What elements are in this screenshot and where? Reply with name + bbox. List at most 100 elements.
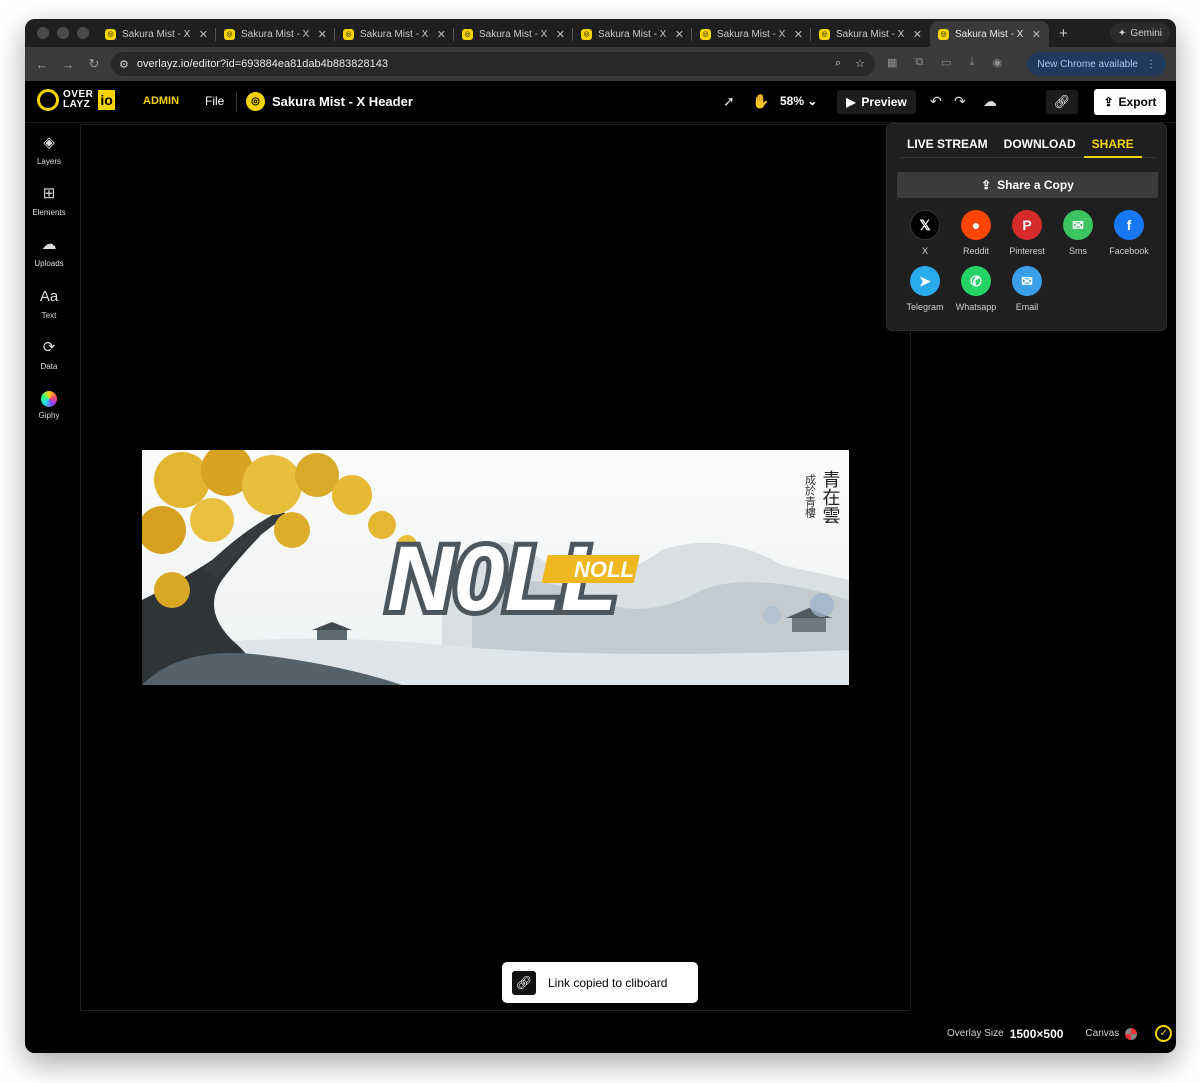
browser-tab[interactable]: ◎ Sakura Mist - X ✕ bbox=[811, 21, 930, 47]
telegram-icon: ➤ bbox=[910, 266, 940, 296]
preview-label: Preview bbox=[861, 95, 907, 109]
overlayz-favicon-icon: ◎ bbox=[938, 28, 949, 40]
profile-avatar-icon[interactable]: ◉ bbox=[993, 56, 1003, 69]
reload-icon[interactable]: ↻ bbox=[81, 56, 107, 72]
browser-tab[interactable]: ◎ Sakura Mist - X ✕ bbox=[573, 21, 692, 47]
overlayz-favicon-icon: ◎ bbox=[700, 28, 711, 40]
sparkle-icon: ✦ bbox=[1117, 27, 1127, 39]
forward-icon[interactable]: → bbox=[55, 57, 81, 72]
new-tab-icon[interactable]: + bbox=[1059, 25, 1068, 42]
saved-check-icon[interactable]: ✓ bbox=[1155, 1025, 1173, 1042]
url-bar[interactable]: ⚙ overlayz.io/editor?id=693884ea81dab4b8… bbox=[111, 52, 875, 76]
preview-button[interactable]: ▶ Preview bbox=[837, 90, 916, 114]
share-target-label: Sms bbox=[1069, 246, 1087, 256]
sidebar-item-data[interactable]: ⟳ Data bbox=[25, 338, 73, 371]
overlayz-logo[interactable]: OVER LAYZ io bbox=[37, 89, 115, 111]
address-toolbar: ← → ↻ ⚙ overlayz.io/editor?id=693884ea81… bbox=[25, 47, 1176, 81]
sidebar-item-label: Giphy bbox=[38, 411, 60, 420]
extension-icon[interactable]: ▦ bbox=[887, 56, 897, 69]
sidebar-item-text[interactable]: Aa Text bbox=[25, 287, 73, 320]
share-a-copy-button[interactable]: ⇪ Share a Copy bbox=[897, 172, 1158, 198]
close-tab-icon[interactable]: ✕ bbox=[794, 28, 803, 41]
share-target-whatsapp[interactable]: ✆ Whatsapp bbox=[948, 266, 1004, 312]
file-menu[interactable]: File bbox=[205, 94, 224, 108]
share-panel: LIVE STREAM DOWNLOAD SHARE ⇪ Share a Copy… bbox=[886, 123, 1167, 331]
close-tab-icon[interactable]: ✕ bbox=[675, 28, 684, 41]
new-chrome-available-button[interactable]: New Chrome available ⋮ bbox=[1027, 52, 1166, 76]
bookmark-star-icon[interactable]: ☆ bbox=[855, 57, 865, 70]
zoom-dropdown[interactable]: 58% ⌄ bbox=[780, 94, 817, 108]
browser-tab[interactable]: ◎ Sakura Mist - X ✕ bbox=[216, 21, 335, 47]
tab-download[interactable]: DOWNLOAD bbox=[996, 134, 1084, 158]
share-target-label: X bbox=[921, 246, 928, 256]
browser-tab[interactable]: ◎ Sakura Mist - X ✕ bbox=[335, 21, 454, 47]
sidebar-item-elements[interactable]: ⊞ Elements bbox=[25, 184, 73, 217]
gemini-label: Gemini bbox=[1130, 27, 1162, 39]
maximize-window-button[interactable] bbox=[77, 27, 89, 39]
select-pointer-icon[interactable]: ➚ bbox=[723, 93, 735, 110]
overlayz-favicon-icon: ◎ bbox=[581, 28, 592, 40]
browser-tab-active[interactable]: ◎ Sakura Mist - X ✕ bbox=[930, 21, 1049, 47]
sidebar-item-uploads[interactable]: ☁ Uploads bbox=[25, 235, 73, 268]
logo-io: io bbox=[98, 90, 115, 110]
tab-share[interactable]: SHARE bbox=[1083, 134, 1142, 158]
share-target-sms[interactable]: ✉ Sms bbox=[1050, 210, 1106, 256]
share-target-telegram[interactable]: ➤ Telegram bbox=[897, 266, 953, 312]
left-sidebar: ◈ Layers ⊞ Elements ☁ Uploads Aa Text ⟳ Data … bbox=[25, 123, 73, 1053]
cast-icon[interactable]: ▭ bbox=[941, 56, 951, 69]
hand-pan-icon[interactable]: ✋ bbox=[752, 93, 769, 110]
tab-live-stream[interactable]: LIVE STREAM bbox=[899, 134, 996, 158]
close-tab-icon[interactable]: ✕ bbox=[199, 28, 208, 41]
logo-text-bottom: LAYZ bbox=[63, 99, 91, 110]
share-target-x[interactable]: 𝕏X bbox=[897, 210, 953, 256]
close-tab-icon[interactable]: ✕ bbox=[1032, 28, 1041, 41]
url-text[interactable]: overlayz.io/editor?id=693884ea81dab4b883… bbox=[137, 58, 388, 70]
browser-window: ◎ Sakura Mist - X ✕ ◎ Sakura Mist - X ✕ ◎ Sak… bbox=[25, 19, 1176, 1053]
sidebar-item-label: Elements bbox=[32, 208, 66, 217]
back-icon[interactable]: ← bbox=[29, 57, 55, 72]
copy-link-button[interactable]: 🔗︎ bbox=[1046, 90, 1078, 114]
undo-icon[interactable]: ↶ bbox=[930, 93, 942, 110]
close-tab-icon[interactable]: ✕ bbox=[556, 28, 565, 41]
header-banner-image[interactable]: N0LL NOLL 青在雲 成於青樓 bbox=[142, 450, 849, 685]
share-upload-icon: ⇪ bbox=[981, 178, 992, 192]
share-panel-tabs: LIVE STREAM DOWNLOAD SHARE bbox=[899, 134, 1157, 158]
gemini-button[interactable]: ✦ Gemini bbox=[1109, 23, 1170, 43]
browser-tab[interactable]: ◎ Sakura Mist - X ✕ bbox=[454, 21, 573, 47]
minimize-window-button[interactable] bbox=[57, 27, 69, 39]
redo-icon[interactable]: ↷ bbox=[954, 93, 966, 110]
export-button[interactable]: ⇪ Export bbox=[1094, 89, 1166, 115]
share-target-email[interactable]: ✉ Email bbox=[999, 266, 1055, 312]
close-tab-icon[interactable]: ✕ bbox=[913, 28, 922, 41]
sidebar-item-label: Layers bbox=[36, 157, 61, 166]
share-upload-icon: ⇪ bbox=[1103, 95, 1114, 109]
close-window-button[interactable] bbox=[37, 27, 49, 39]
download-icon[interactable]: ⤓ bbox=[970, 56, 975, 69]
export-label: Export bbox=[1118, 95, 1157, 109]
share-target-label: Reddit bbox=[962, 246, 989, 256]
close-tab-icon[interactable]: ✕ bbox=[318, 28, 327, 41]
share-target-reddit[interactable]: ● Reddit bbox=[948, 210, 1004, 256]
tab-title: Sakura Mist - X bbox=[955, 28, 1024, 40]
sidebar-item-layers[interactable]: ◈ Layers bbox=[25, 133, 73, 166]
document-title[interactable]: Sakura Mist - X Header bbox=[272, 94, 413, 109]
sidebar-item-label: Data bbox=[40, 362, 58, 371]
overlay-size-label: Overlay Size bbox=[947, 1028, 1004, 1039]
more-menu-icon[interactable]: ⋮ bbox=[1146, 59, 1156, 70]
close-tab-icon[interactable]: ✕ bbox=[437, 28, 446, 41]
overlayz-favicon-icon: ◎ bbox=[462, 28, 473, 40]
site-settings-icon[interactable]: ⚙ bbox=[119, 58, 129, 71]
canvas-background-swatch-icon[interactable] bbox=[1125, 1027, 1138, 1040]
share-target-facebook[interactable]: f Facebook bbox=[1101, 210, 1157, 256]
browser-tab[interactable]: ◎ Sakura Mist - X ✕ bbox=[97, 21, 216, 47]
zoom-icon[interactable]: ⌕ bbox=[835, 57, 841, 70]
tab-title: Sakura Mist - X bbox=[241, 28, 310, 40]
overlay-size-value[interactable]: 1500×500 bbox=[1010, 1027, 1064, 1041]
sidebar-item-giphy[interactable]: Giphy bbox=[25, 389, 73, 420]
share-target-pinterest[interactable]: P Pinterest bbox=[999, 210, 1055, 256]
text-icon: Aa bbox=[39, 288, 59, 305]
puzzle-icon[interactable]: ⧉ bbox=[915, 56, 923, 69]
browser-tab[interactable]: ◎ Sakura Mist - X ✕ bbox=[692, 21, 811, 47]
email-icon: ✉ bbox=[1012, 266, 1042, 296]
cloud-save-icon[interactable]: ☁ bbox=[983, 93, 997, 110]
